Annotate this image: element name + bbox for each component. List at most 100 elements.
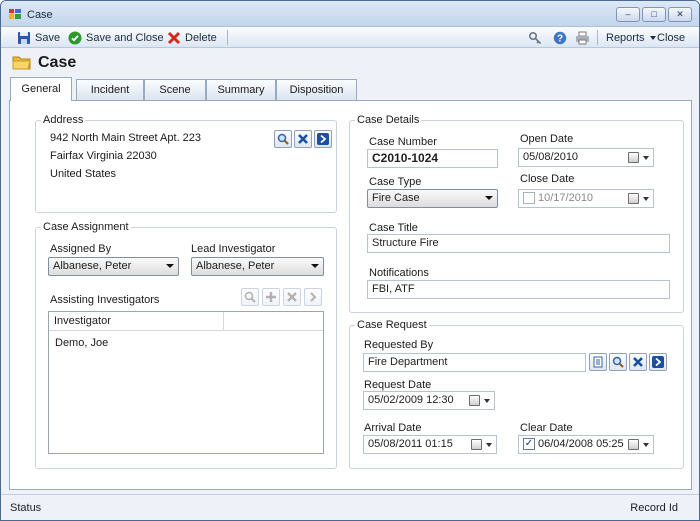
calendar-icon [628, 152, 639, 163]
magnifier-icon [244, 291, 256, 303]
tab-disposition[interactable]: Disposition [276, 79, 357, 100]
requested-by-search-button[interactable] [609, 353, 627, 371]
request-date-value: 05/02/2009 12:30 [368, 394, 454, 406]
case-type-value: Fire Case [372, 192, 420, 204]
save-and-close-label: Save and Close [86, 31, 164, 44]
case-assignment-group: Case Assignment Assigned By Albanese, Pe… [35, 221, 337, 469]
status-text: Status [10, 502, 42, 514]
window-close-button[interactable]: ✕ [668, 7, 692, 22]
table-row[interactable]: Demo, Joe [55, 337, 108, 349]
assigned-by-select[interactable]: Albanese, Peter [48, 257, 179, 276]
requested-by-label: Requested By [364, 339, 434, 351]
close-date-picker[interactable]: 10/17/2010 [518, 189, 654, 208]
clear-date-label: Clear Date [520, 422, 573, 434]
x-icon [287, 292, 297, 302]
address-go-button[interactable] [314, 130, 332, 148]
open-date-picker[interactable]: 05/08/2010 [518, 148, 654, 167]
calendar-icon [628, 439, 639, 450]
chevron-down-icon [643, 156, 649, 160]
request-date-label: Request Date [364, 379, 432, 391]
chevron-down-icon [166, 264, 174, 268]
assigned-by-value: Albanese, Peter [53, 260, 132, 272]
save-button[interactable]: Save [17, 29, 60, 46]
chevron-down-icon [484, 399, 490, 403]
investigator-add-button[interactable] [262, 288, 280, 306]
toolbar-separator [597, 30, 598, 45]
tab-scene[interactable]: Scene [144, 79, 206, 100]
calendar-icon [469, 395, 480, 406]
blue-x-icon [633, 357, 643, 367]
delete-button[interactable]: Delete [167, 29, 217, 46]
chevron-down-icon [649, 35, 656, 40]
lead-investigator-label: Lead Investigator [191, 243, 276, 255]
document-icon [593, 356, 603, 368]
tab-summary[interactable]: Summary [206, 79, 276, 100]
case-number-label: Case Number [369, 136, 437, 148]
maximize-button[interactable]: □ [642, 7, 666, 22]
chevron-down-icon [485, 196, 493, 200]
lead-investigator-select[interactable]: Albanese, Peter [191, 257, 324, 276]
tab-general[interactable]: General [10, 77, 72, 101]
arrival-date-value: 05/08/2011 01:15 [368, 438, 453, 450]
investigator-column-header[interactable]: Investigator [54, 315, 111, 327]
floppy-disk-icon [18, 31, 30, 44]
status-bar: Status Record Id [1, 494, 699, 520]
case-number-field[interactable]: C2010-1024 [367, 149, 498, 168]
request-date-picker[interactable]: 05/02/2009 12:30 [363, 391, 495, 410]
reports-label: Reports [606, 31, 645, 44]
form-header: Case [1, 48, 699, 78]
address-group: Address 942 North Main Street Apt. 223 F… [35, 114, 337, 213]
address-line-2: Fairfax Virginia 22030 [50, 150, 157, 162]
title-bar: Case – □ ✕ [1, 1, 699, 27]
magnifier-icon [277, 133, 289, 145]
print-button[interactable] [575, 29, 590, 46]
printer-icon [576, 31, 589, 44]
requested-by-details-button[interactable] [589, 353, 607, 371]
arrival-date-label: Arrival Date [364, 422, 422, 434]
case-details-group: Case Details Case Number C2010-1024 Open… [349, 114, 684, 313]
requested-by-clear-button[interactable] [629, 353, 647, 371]
help-icon: ? [553, 31, 567, 44]
assisting-investigators-label: Assisting Investigators [50, 294, 160, 306]
investigator-remove-button[interactable] [283, 288, 301, 306]
investigator-search-button[interactable] [241, 288, 259, 306]
case-request-group-label: Case Request [355, 319, 429, 331]
case-type-select[interactable]: Fire Case [367, 189, 498, 208]
toolbar-close-button[interactable]: Close [657, 29, 685, 46]
column-divider [223, 312, 224, 330]
address-line-1: 942 North Main Street Apt. 223 [50, 132, 202, 144]
arrow-right-icon [310, 292, 317, 302]
requested-by-go-button[interactable] [649, 353, 667, 371]
key-icon [528, 31, 542, 44]
help-button[interactable]: ? [553, 29, 567, 46]
arrival-date-picker[interactable]: 05/08/2011 01:15 [363, 435, 497, 454]
case-assignment-group-label: Case Assignment [41, 221, 131, 233]
security-button[interactable] [528, 29, 542, 46]
close-date-label: Close Date [520, 173, 575, 185]
plus-icon [266, 292, 276, 302]
address-clear-button[interactable] [294, 130, 312, 148]
address-search-button[interactable] [274, 130, 292, 148]
notifications-field[interactable]: FBI, ATF [367, 280, 670, 299]
clear-date-checkbox[interactable]: ✓ [523, 438, 535, 451]
record-id-text: Record Id [630, 502, 678, 514]
save-and-close-button[interactable]: Save and Close [68, 29, 164, 46]
investigators-grid[interactable]: Investigator Demo, Joe [48, 311, 324, 454]
page-title: Case [38, 54, 77, 71]
tab-incident[interactable]: Incident [76, 79, 144, 100]
toolbar: Save Save and Close Delete ? Reports Clo… [1, 27, 699, 48]
case-title-field[interactable]: Structure Fire [367, 234, 670, 253]
requested-by-field[interactable]: Fire Department [363, 353, 586, 372]
minimize-button[interactable]: – [616, 7, 640, 22]
case-window: Case – □ ✕ Save Save and Close Delete ? … [0, 0, 700, 521]
chevron-down-icon [643, 443, 649, 447]
reports-menu[interactable]: Reports [606, 29, 656, 46]
investigator-go-button[interactable] [304, 288, 322, 306]
arrow-right-icon [317, 133, 329, 145]
close-date-checkbox[interactable] [523, 192, 535, 205]
notifications-label: Notifications [369, 267, 429, 279]
clear-date-picker[interactable]: ✓ 06/04/2008 05:25 [518, 435, 654, 454]
toolbar-separator [227, 30, 228, 45]
window-title: Case [27, 9, 53, 21]
close-label: Close [657, 31, 686, 44]
